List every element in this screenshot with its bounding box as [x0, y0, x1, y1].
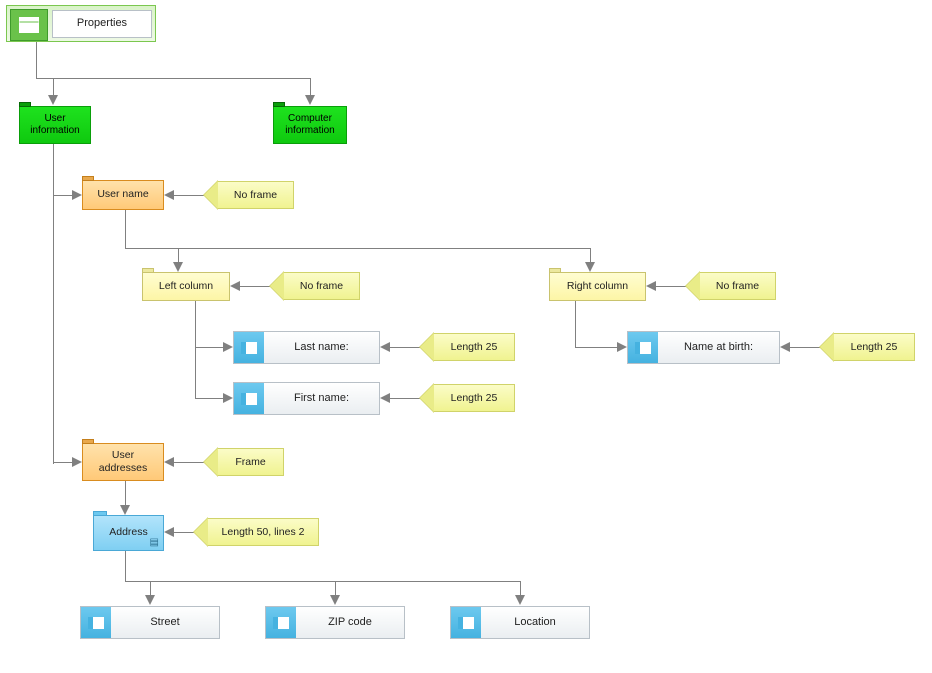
edge [310, 78, 311, 95]
node-field-first-name[interactable]: First name: [233, 382, 380, 415]
field-icon [266, 607, 297, 638]
edge [125, 581, 520, 582]
edge [53, 195, 72, 196]
note-right-column-noframe[interactable]: No frame [686, 272, 776, 300]
note-first-name-length[interactable]: Length 25 [420, 384, 515, 412]
arrowhead [48, 95, 58, 105]
edge [575, 301, 576, 347]
note-last-name-length[interactable]: Length 25 [420, 333, 515, 361]
edge [390, 398, 420, 399]
edge [240, 286, 270, 287]
edge [590, 248, 591, 262]
arrowhead [646, 281, 656, 291]
diagram-canvas: Properties User information Computer inf… [0, 0, 932, 673]
node-user-addresses[interactable]: User addresses [82, 443, 164, 481]
edge [125, 210, 126, 248]
arrowhead [164, 457, 174, 467]
arrowhead [72, 457, 82, 467]
node-field-last-name[interactable]: Last name: [233, 331, 380, 364]
edge [195, 347, 223, 348]
note-name-at-birth-length[interactable]: Length 25 [820, 333, 915, 361]
edge [53, 78, 54, 95]
arrowhead [164, 527, 174, 537]
edge [53, 462, 72, 463]
multi-instance-icon: ▤ [150, 537, 159, 550]
edge [195, 301, 196, 398]
arrowhead [223, 393, 233, 403]
edge [36, 78, 311, 79]
arrowhead [515, 595, 525, 605]
edge [174, 532, 194, 533]
field-icon [451, 607, 482, 638]
node-left-column[interactable]: Left column [142, 272, 230, 301]
edge [790, 347, 820, 348]
edge [125, 481, 126, 505]
edge [520, 581, 521, 595]
arrowhead [305, 95, 315, 105]
node-user-name[interactable]: User name [82, 180, 164, 210]
arrowhead [173, 262, 183, 272]
edge [53, 144, 54, 464]
edge [656, 286, 686, 287]
field-icon [234, 332, 265, 363]
node-computer-information[interactable]: Computer information [273, 106, 347, 144]
edge [174, 195, 204, 196]
edge [125, 248, 591, 249]
note-user-name-noframe[interactable]: No frame [204, 181, 294, 209]
node-address[interactable]: Address ▤ [93, 515, 164, 551]
node-right-column[interactable]: Right column [549, 272, 646, 301]
arrowhead [223, 342, 233, 352]
field-icon [234, 383, 265, 414]
edge [390, 347, 420, 348]
arrowhead [617, 342, 627, 352]
note-address-length[interactable]: Length 50, lines 2 [194, 518, 319, 546]
note-left-column-noframe[interactable]: No frame [270, 272, 360, 300]
arrowhead [380, 393, 390, 403]
arrowhead [72, 190, 82, 200]
field-icon [628, 332, 659, 363]
arrowhead [230, 281, 240, 291]
arrowhead [585, 262, 595, 272]
edge [335, 581, 336, 595]
edge [174, 462, 204, 463]
edge [125, 551, 126, 581]
node-field-zip-code[interactable]: ZIP code [265, 606, 405, 639]
note-user-addresses-frame[interactable]: Frame [204, 448, 284, 476]
edge [575, 347, 617, 348]
node-root-label: Properties [52, 10, 152, 38]
node-root[interactable]: Properties [6, 5, 156, 42]
node-field-location[interactable]: Location [450, 606, 590, 639]
edge [150, 581, 151, 595]
edge [36, 42, 37, 78]
field-icon [81, 607, 112, 638]
arrowhead [145, 595, 155, 605]
node-user-information[interactable]: User information [19, 106, 91, 144]
arrowhead [330, 595, 340, 605]
arrowhead [164, 190, 174, 200]
node-field-street[interactable]: Street [80, 606, 220, 639]
edge [178, 248, 179, 262]
node-field-name-at-birth[interactable]: Name at birth: [627, 331, 780, 364]
arrowhead [380, 342, 390, 352]
window-icon [10, 9, 48, 41]
edge [195, 398, 223, 399]
arrowhead [120, 505, 130, 515]
arrowhead [780, 342, 790, 352]
